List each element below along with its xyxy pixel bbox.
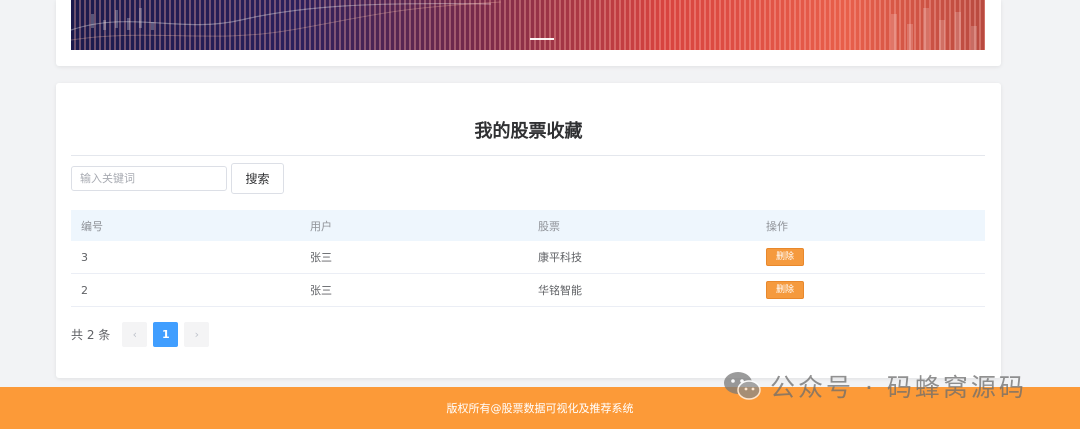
page-number-1[interactable]: 1 [153,322,179,347]
banner-card [56,0,1001,66]
row-action-cell: 删除 [756,281,985,299]
column-header-user: 用户 [310,219,332,233]
row-id: 3 [81,250,88,264]
prev-page-button[interactable]: ‹ [122,322,148,347]
watermark-text: 公众号 · 码蜂窝源码 [770,373,1027,402]
footer-copyright: 版权所有@股票数据可视化及推荐系统 [446,402,634,415]
delete-button[interactable]: 删除 [766,248,804,266]
row-id: 2 [81,283,88,297]
search-button[interactable]: 搜索 [231,163,284,194]
stock-chart-graphic [71,1,977,50]
row-user: 张三 [310,251,332,264]
delete-button[interactable]: 删除 [766,281,804,299]
table-row: 3 张三 康平科技 删除 [71,241,985,274]
title-divider [71,155,985,156]
total-count: 共 2 条 [71,328,111,342]
search-input[interactable] [71,166,227,191]
table-row: 2 张三 华铭智能 删除 [71,274,985,307]
wechat-icon [724,372,761,400]
favorites-table: 编号 用户 股票 操作 3 张三 康平科技 删除 2 张三 华铭智能 删除 [71,210,985,307]
carousel-indicator[interactable] [530,38,554,40]
row-user: 张三 [310,284,332,297]
row-stock: 华铭智能 [538,284,582,297]
page-title: 我的股票收藏 [474,121,583,142]
column-header-action: 操作 [766,219,788,233]
row-stock: 康平科技 [538,251,582,264]
column-header-stock: 股票 [538,219,560,233]
pagination: 共 2 条 ‹ 1 › [71,322,215,347]
watermark: 公众号 · 码蜂窝源码 [722,366,1027,406]
row-action-cell: 删除 [756,248,985,266]
next-page-button[interactable]: › [184,322,210,347]
favorites-card: 我的股票收藏 搜索 编号 用户 股票 操作 3 张三 康平科技 删除 2 张三 … [56,83,1001,378]
carousel-banner[interactable] [71,0,985,50]
column-header-id: 编号 [81,219,103,233]
table-header: 编号 用户 股票 操作 [71,210,985,241]
